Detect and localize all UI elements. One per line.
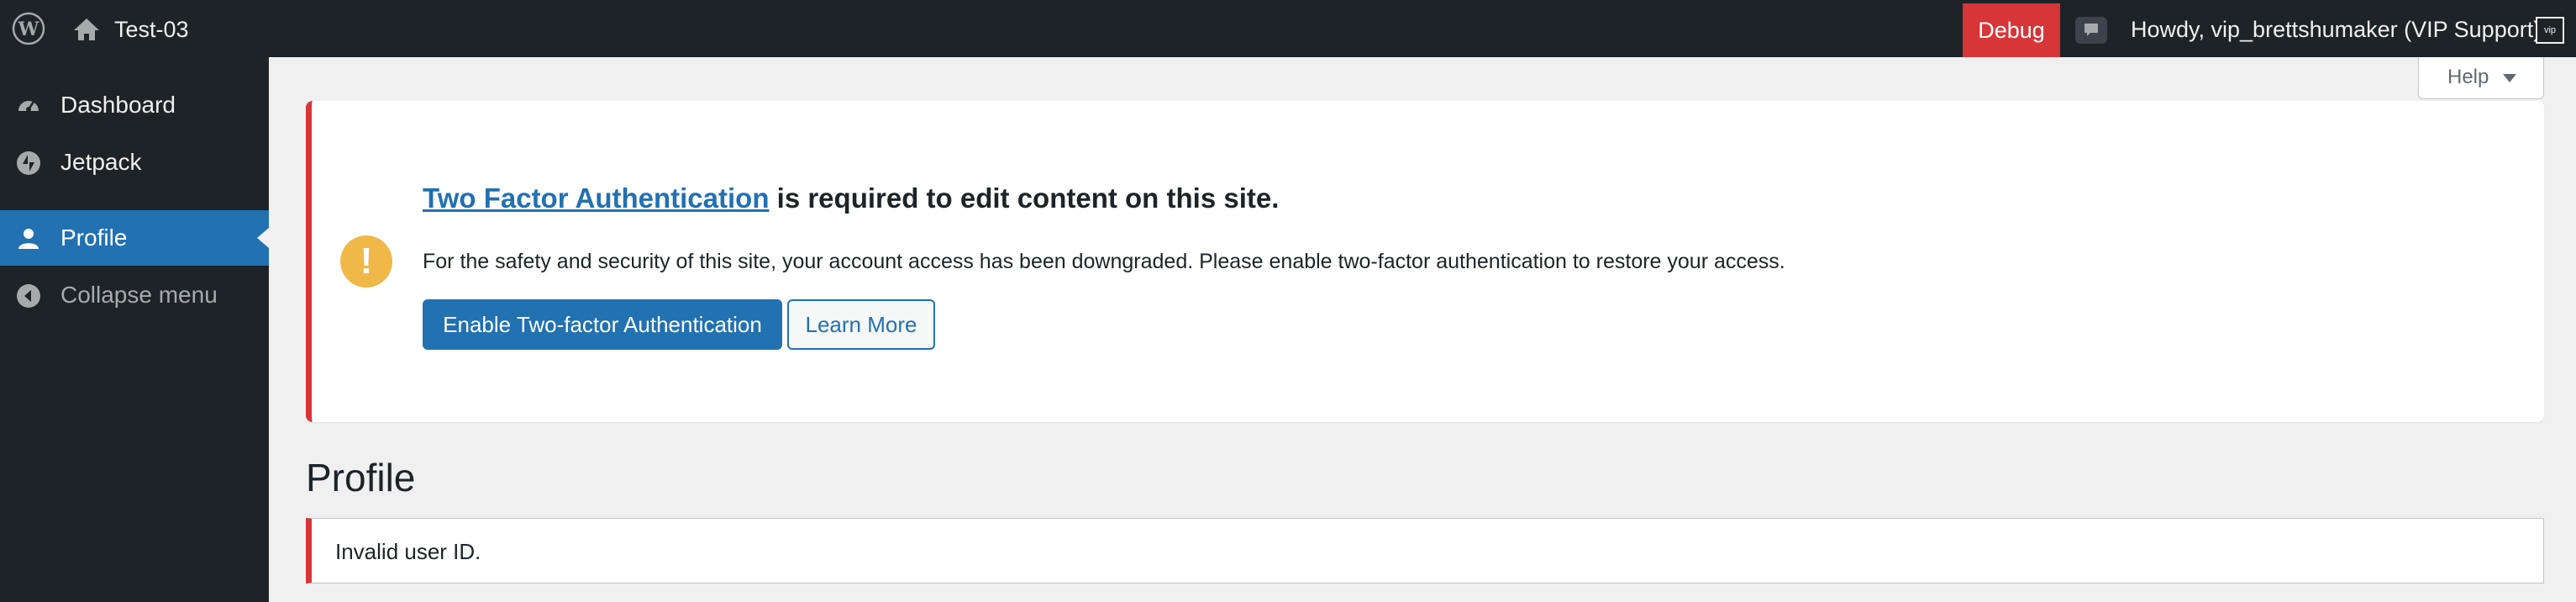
sidebar-item-profile[interactable]: Profile <box>0 210 269 266</box>
user-icon <box>15 225 42 252</box>
wordpress-logo-icon[interactable]: W <box>12 12 45 45</box>
svg-text:W: W <box>18 18 39 40</box>
notice-body: For the safety and security of this site… <box>423 250 1785 273</box>
debug-button[interactable]: Debug <box>1963 3 2060 57</box>
dashboard-icon <box>15 92 42 119</box>
sidebar-item-label: Dashboard <box>60 92 176 118</box>
sidebar-item-dashboard[interactable]: Dashboard <box>0 77 269 133</box>
error-notice: Invalid user ID. <box>306 518 2544 584</box>
admin-bar: W Test-03 Debug Howdy, vip_brettshumaker… <box>0 0 2576 57</box>
two-factor-notice: ! Two Factor Authentication is required … <box>306 101 2544 422</box>
user-greeting[interactable]: Howdy, vip_brettshumaker (VIP Support) <box>2131 17 2541 42</box>
page-title: Profile <box>306 456 416 499</box>
avatar[interactable]: vip <box>2536 17 2564 44</box>
home-icon[interactable] <box>72 17 101 42</box>
sidebar-item-label: Collapse menu <box>60 282 218 308</box>
site-name-link[interactable]: Test-03 <box>114 17 189 42</box>
warning-icon: ! <box>340 235 392 288</box>
notice-title: Two Factor Authentication is required to… <box>423 182 1279 215</box>
sidebar-item-label: Jetpack <box>60 149 142 175</box>
current-indicator-arrow <box>257 228 269 248</box>
learn-more-button[interactable]: Learn More <box>787 299 935 350</box>
notice-title-text: is required to edit content on this site… <box>769 182 1280 214</box>
sidebar-item-jetpack[interactable]: Jetpack <box>0 135 269 190</box>
comment-bubble-icon <box>2084 24 2098 36</box>
help-label: Help <box>2447 66 2489 88</box>
notifications-button[interactable] <box>2075 17 2107 44</box>
admin-sidebar: Dashboard Jetpack Profile Collapse menu <box>0 57 269 602</box>
collapse-menu-button[interactable]: Collapse menu <box>0 267 269 323</box>
chevron-down-icon <box>2503 74 2516 82</box>
jetpack-icon <box>15 150 42 177</box>
help-tab-button[interactable]: Help <box>2418 57 2544 99</box>
sidebar-item-label: Profile <box>60 224 128 251</box>
error-message: Invalid user ID. <box>335 539 481 564</box>
two-factor-link[interactable]: Two Factor Authentication <box>423 182 769 214</box>
collapse-icon <box>15 283 42 309</box>
enable-two-factor-button[interactable]: Enable Two-factor Authentication <box>423 299 782 350</box>
